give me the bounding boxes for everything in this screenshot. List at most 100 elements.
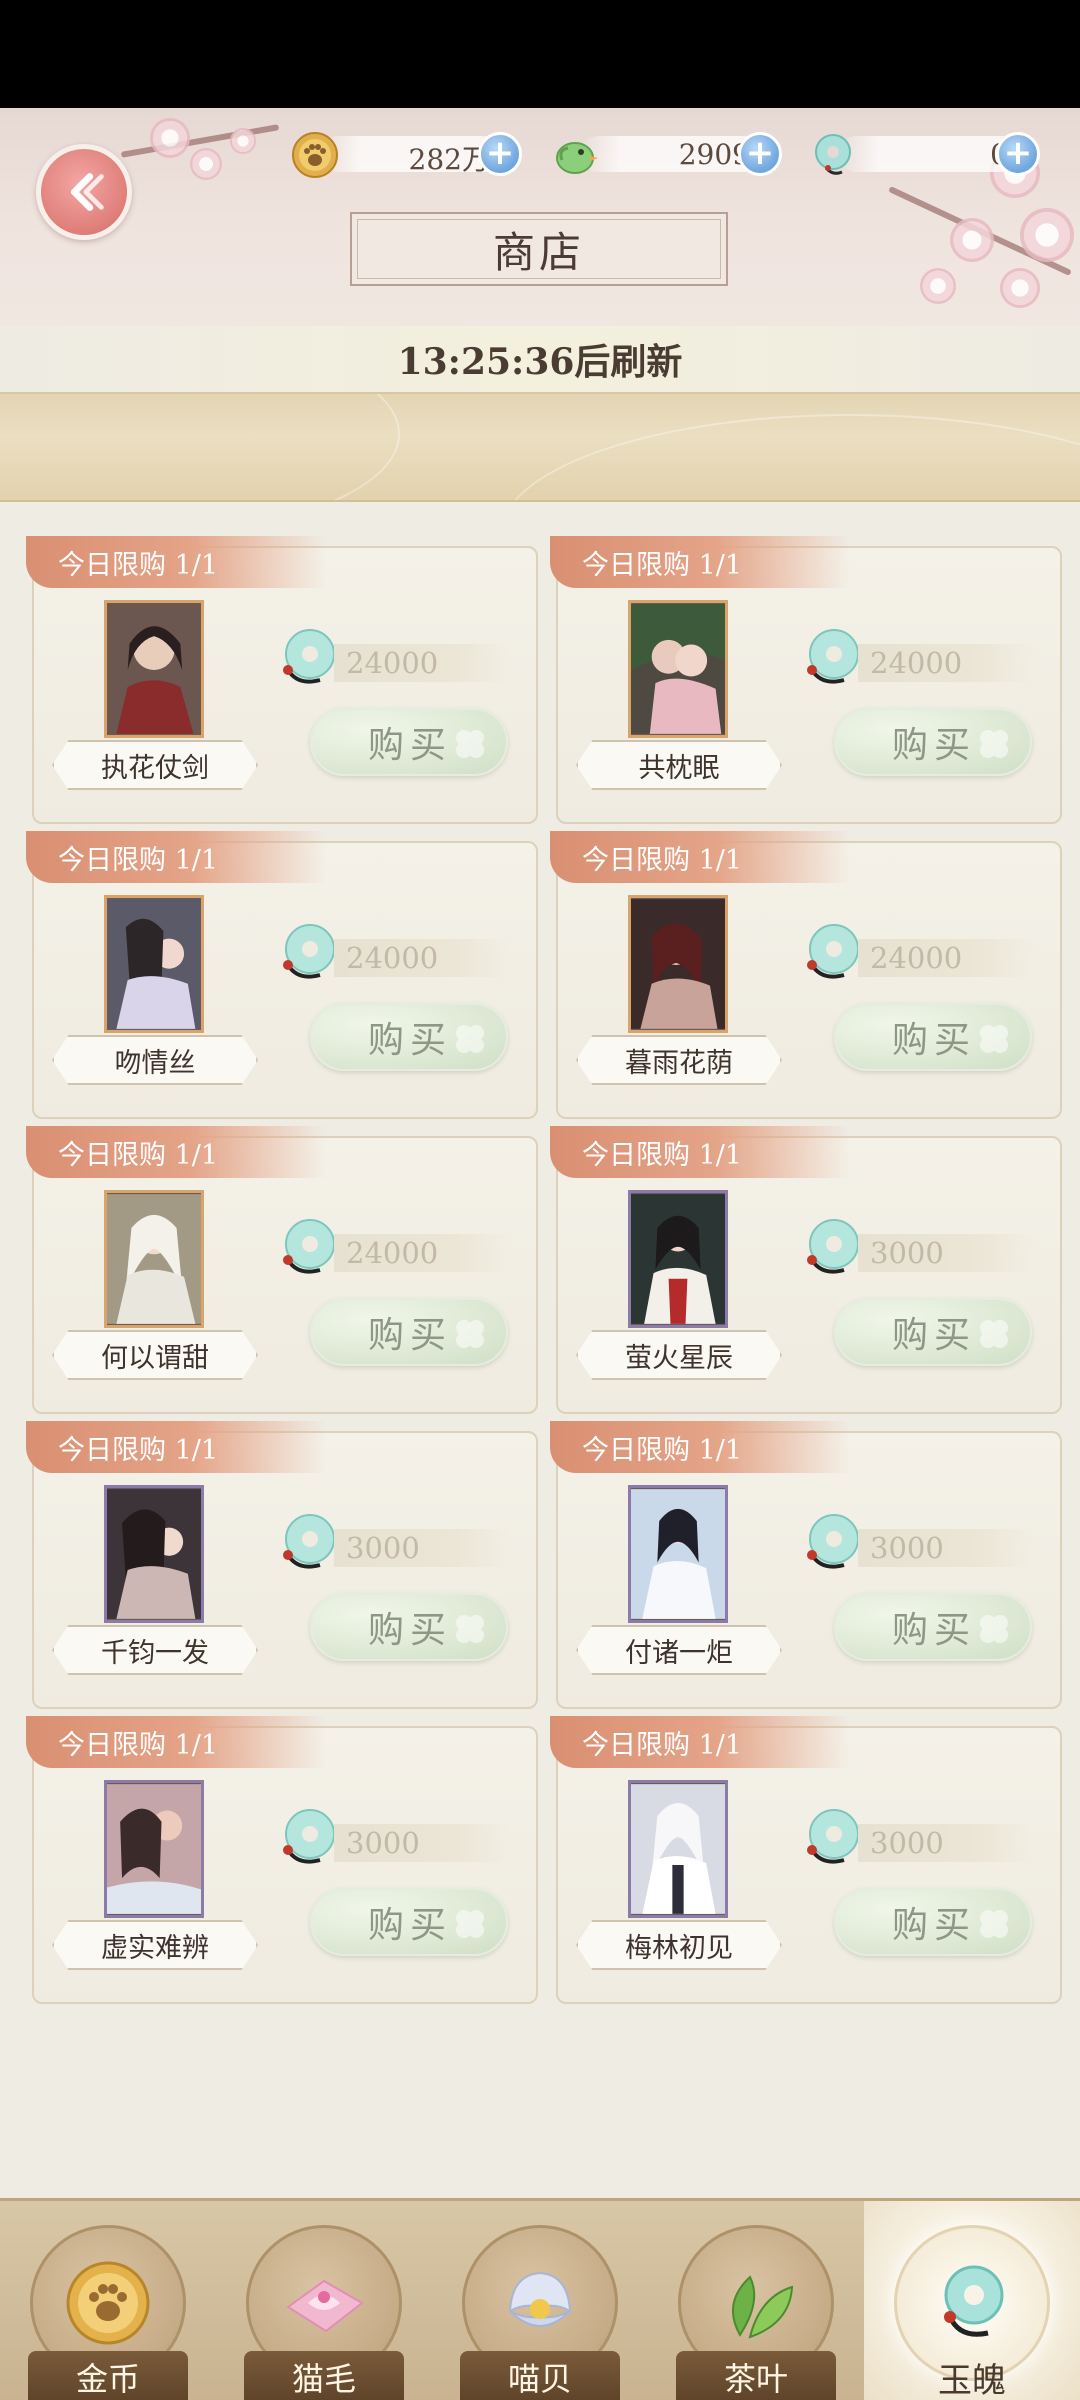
tab-label-bg: 金币: [28, 2351, 188, 2400]
currency-coins-value: 282万: [408, 143, 490, 176]
add-jade-button[interactable]: +: [996, 132, 1040, 176]
item-portrait[interactable]: [104, 1190, 204, 1328]
item-price-value: 24000: [870, 941, 963, 975]
add-bird-currency-button[interactable]: +: [738, 132, 782, 176]
clover-icon: [980, 1615, 1008, 1643]
item-price: 24000: [858, 939, 1034, 977]
buy-button[interactable]: 购买: [310, 1003, 508, 1071]
buy-button[interactable]: 购买: [834, 1298, 1032, 1366]
jade-pendant-icon: [944, 2265, 1004, 2337]
item-name: 萤火星辰: [625, 1342, 733, 1374]
green-bird-icon: [556, 142, 598, 174]
item-portrait[interactable]: [104, 1780, 204, 1918]
buy-button-label: 购买: [892, 1905, 977, 1946]
item-name: 梅林初见: [625, 1932, 733, 1964]
plus-icon: +: [1003, 132, 1033, 173]
item-price-value: 3000: [870, 1826, 944, 1860]
buy-button-label: 购买: [368, 1610, 453, 1651]
item-price-value: 24000: [346, 646, 439, 680]
item-portrait[interactable]: [104, 895, 204, 1033]
item-name: 共枕眠: [638, 752, 720, 784]
clover-icon: [456, 1615, 484, 1643]
refresh-timer-text: 13:25:36后刷新: [397, 341, 683, 383]
item-price-value: 24000: [346, 1236, 439, 1270]
blossom-decoration: [920, 268, 956, 304]
item-name-plate: 萤火星辰: [576, 1330, 782, 1380]
limit-tag: 今日限购 1/1: [26, 536, 326, 588]
item-portrait[interactable]: [104, 600, 204, 738]
tab-meow-shell[interactable]: 喵贝: [432, 2201, 648, 2400]
item-name: 执花仗剑: [101, 752, 209, 784]
item-name-plate: 虚实难辨: [52, 1920, 258, 1970]
blossom-decoration: [150, 118, 190, 158]
buy-button[interactable]: 购买: [834, 1888, 1032, 1956]
status-bar: [0, 0, 1080, 108]
tab-label: 喵贝: [507, 2360, 572, 2398]
tab-label: 猫毛: [291, 2360, 356, 2398]
limit-tag-text: 今日限购 1/1: [582, 1729, 743, 1761]
shop-item-card: 今日限购 1/1 千钧一发 3000 购买: [26, 1421, 538, 1709]
limit-tag: 今日限购 1/1: [550, 1421, 850, 1473]
item-portrait[interactable]: [104, 1485, 204, 1623]
currency-jade-value: 0: [858, 138, 1008, 171]
item-portrait[interactable]: [628, 895, 728, 1033]
tab-label: 茶叶: [723, 2360, 788, 2398]
clover-icon: [456, 1910, 484, 1938]
shop-item-card: 今日限购 1/1 萤火星辰 3000 购买: [550, 1126, 1062, 1414]
page-title-text: 商店: [492, 227, 585, 277]
shop-item-card: 今日限购 1/1 暮雨花荫 24000 购买: [550, 831, 1062, 1119]
item-price: 3000: [334, 1529, 510, 1567]
blossom-decoration: [230, 128, 256, 154]
limit-tag: 今日限购 1/1: [26, 1716, 326, 1768]
tab-gold-coins[interactable]: 金币: [0, 2201, 216, 2400]
shop-item-card: 今日限购 1/1 何以谓甜 24000 购买: [26, 1126, 538, 1414]
back-button[interactable]: [36, 144, 132, 240]
blossom-decoration: [190, 148, 222, 180]
shop-header: 282万 + 2909 + 0 + 商店: [0, 108, 1080, 326]
add-coins-button[interactable]: +: [478, 132, 522, 176]
buy-button[interactable]: 购买: [834, 708, 1032, 776]
buy-button-label: 购买: [368, 1905, 453, 1946]
limit-tag: 今日限购 1/1: [26, 831, 326, 883]
tab-label-bg: 茶叶: [676, 2351, 836, 2400]
item-name-plate: 执花仗剑: [52, 740, 258, 790]
tab-label-bg: 喵贝: [460, 2351, 620, 2400]
buy-button[interactable]: 购买: [310, 1593, 508, 1661]
back-arrow-icon: [70, 173, 104, 211]
item-name: 千钧一发: [101, 1637, 209, 1669]
item-price-value: 3000: [346, 1826, 420, 1860]
buy-button[interactable]: 购买: [310, 1888, 508, 1956]
tab-tea-leaves[interactable]: 茶叶: [648, 2201, 864, 2400]
page-title: 商店: [350, 212, 728, 286]
tab-cat-fur[interactable]: 猫毛: [216, 2201, 432, 2400]
item-portrait[interactable]: [628, 1485, 728, 1623]
pink-fur-icon: [286, 2279, 364, 2333]
limit-tag-text: 今日限购 1/1: [58, 549, 219, 581]
shop-item-card: 今日限购 1/1 虚实难辨 3000 购买: [26, 1716, 538, 2004]
item-price: 24000: [334, 939, 510, 977]
refresh-timer: 13:25:36后刷新: [0, 326, 1080, 392]
item-price: 3000: [858, 1234, 1034, 1272]
buy-button[interactable]: 购买: [310, 1298, 508, 1366]
character-portrait-image: [107, 1784, 201, 1914]
item-price: 24000: [334, 1234, 510, 1272]
tab-label-bg: 猫毛: [244, 2351, 404, 2400]
clover-icon: [980, 1320, 1008, 1348]
item-name-plate: 暮雨花荫: [576, 1035, 782, 1085]
clover-icon: [456, 1025, 484, 1053]
buy-button-label: 购买: [892, 1315, 977, 1356]
item-price: 24000: [334, 644, 510, 682]
item-portrait[interactable]: [628, 1190, 728, 1328]
buy-button[interactable]: 购买: [310, 708, 508, 776]
tab-jade-soul[interactable]: 玉魄: [864, 2201, 1080, 2400]
currency-bird-value: 2909: [678, 138, 750, 171]
clover-icon: [980, 1910, 1008, 1938]
buy-button[interactable]: 购买: [834, 1593, 1032, 1661]
item-portrait[interactable]: [628, 1780, 728, 1918]
buy-button[interactable]: 购买: [834, 1003, 1032, 1071]
plus-icon: +: [745, 132, 775, 173]
item-portrait[interactable]: [628, 600, 728, 738]
character-portrait-image: [107, 604, 201, 734]
clover-icon: [456, 730, 484, 758]
blossom-decoration: [950, 218, 994, 262]
